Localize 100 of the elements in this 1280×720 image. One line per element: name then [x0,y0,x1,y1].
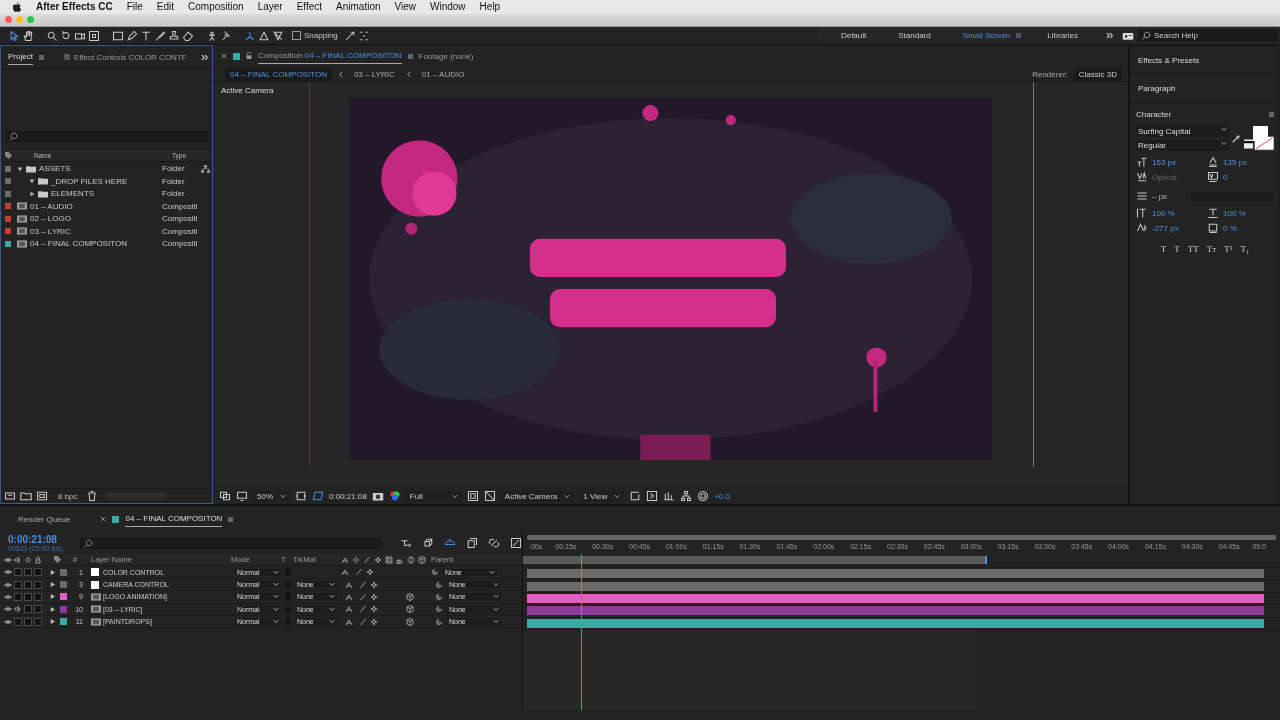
type-style-button[interactable]: TT [1187,244,1199,255]
color-channels-icon[interactable] [388,490,401,503]
camera-view-dropdown[interactable]: Active Camera [500,490,575,502]
menu-item[interactable]: Effect [296,1,323,13]
vertical-scale-icon[interactable] [1136,207,1148,220]
lock-icon[interactable] [246,52,252,61]
collapse-switch-icon[interactable] [352,555,360,564]
leading-icon[interactable] [1207,156,1219,169]
search-icon[interactable] [46,29,58,42]
kerning-icon[interactable] [1136,171,1148,184]
project-item-name[interactable]: 04 – FINAL COMPOSITON [30,239,162,249]
target-icon[interactable] [88,29,100,42]
transparency-grid-icon[interactable] [312,490,324,503]
lock-switch[interactable] [34,592,42,601]
project-item-name[interactable]: 03 – LYRIC [30,226,162,236]
eye-icon[interactable] [4,580,12,589]
menu-item[interactable]: View [394,1,416,13]
collapsed-arrow-icon[interactable] [29,190,35,197]
menu-item[interactable]: Animation [336,1,381,13]
panel-menu-icon[interactable] [38,54,44,60]
eye-icon[interactable] [4,568,12,577]
stroke-width-value[interactable]: – px [1152,191,1168,201]
resolution-dropdown[interactable]: Full [405,490,462,502]
comp-mini-flowchart-icon[interactable] [400,537,412,550]
graph-editor-icon[interactable] [510,537,522,550]
more-workspaces-icon[interactable] [1106,32,1114,40]
collapsed-panel-header[interactable]: Effects & Presets [1131,47,1278,74]
project-item-name[interactable]: _DROP FILES HERE [51,176,162,186]
font-family-dropdown[interactable]: Surfing Capital [1136,125,1229,137]
tsume-icon[interactable] [1207,222,1219,235]
brush-icon[interactable] [154,29,166,42]
parent-pick-whip-icon[interactable] [435,605,443,614]
exposure-value[interactable]: +0.0 [714,491,730,501]
eraser-icon[interactable] [182,29,194,42]
audio-switch[interactable] [14,592,22,601]
horizontal-scale-value[interactable]: 100 % [1223,208,1274,218]
color-depth-label[interactable]: 8 bpc [58,491,78,501]
tracking-value[interactable]: 0 [1223,172,1274,182]
panel-menu-icon[interactable] [407,53,413,59]
timeline-icon[interactable] [663,490,676,503]
label-color[interactable] [60,605,67,613]
type-style-button[interactable]: T [1174,244,1180,255]
interpret-footage-icon[interactable] [4,490,16,503]
menu-item[interactable]: Composition [188,1,244,13]
draft-3d-icon[interactable] [422,537,434,550]
monitor-icon[interactable] [236,490,248,503]
close-tab-icon[interactable] [100,516,107,523]
workspace-tab[interactable]: Small Screen [948,31,1025,41]
3d-layer-icon[interactable] [406,605,414,614]
audio-switch[interactable] [14,580,22,589]
trash-icon[interactable] [85,490,98,503]
baseline-shift-value[interactable]: -277 px [1152,223,1203,233]
stroke-width-icon[interactable] [1136,190,1148,203]
fast-previews-icon[interactable] [646,490,659,503]
layer-duration-bar[interactable] [527,581,1264,591]
horizontal-scale-icon[interactable] [1207,207,1219,220]
world-axis-icon[interactable] [258,29,270,42]
vertical-scale-value[interactable]: 100 % [1152,208,1203,218]
panel-tab[interactable]: Project [8,49,33,66]
panel-menu-icon[interactable] [1269,111,1274,117]
label-color[interactable] [60,593,67,601]
speaker-icon[interactable] [14,605,22,614]
frame-blending-icon[interactable] [466,537,478,550]
camera-snapshot-icon[interactable] [371,490,384,503]
3d-layer-icon[interactable] [406,592,414,601]
stamp-icon[interactable] [168,29,180,42]
audio-toggle-icon[interactable] [14,555,22,564]
eye-icon[interactable] [4,617,12,626]
breadcrumb[interactable]: 04 – FINAL COMPOSITON [225,67,332,81]
eyedropper-icon[interactable] [1232,133,1241,143]
rectangle-icon[interactable] [112,29,124,42]
label-tag-icon[interactable] [5,151,12,159]
menu-item[interactable]: Layer [257,1,283,13]
puppet-icon[interactable] [206,29,218,42]
label-color[interactable] [60,581,67,588]
pixel-aspect-icon[interactable] [629,490,642,503]
menu-item[interactable]: After Effects CC [36,1,113,13]
project-item-name[interactable]: 02 – LOGO [30,214,162,224]
parent-pick-whip-icon[interactable] [431,568,439,577]
project-search-field[interactable] [5,131,208,143]
rotate-icon[interactable] [60,29,72,42]
pen-icon[interactable] [126,29,138,42]
label-color[interactable] [60,568,67,576]
close-tab-icon[interactable] [221,53,227,60]
expand-arrow-icon[interactable] [50,619,55,625]
label-color[interactable] [60,618,67,626]
lock-switch[interactable] [34,568,42,577]
snapping-checkbox[interactable]: Snapping [292,31,338,41]
menu-item[interactable]: Help [479,1,501,13]
reset-exposure-icon[interactable] [697,490,710,503]
layer-duration-bar[interactable] [527,618,1264,628]
lock-switch[interactable] [34,580,42,589]
flowchart-icon[interactable] [680,490,693,503]
workspace-tab[interactable]: Libraries [1033,31,1092,41]
lock-switch[interactable] [34,605,42,614]
solo-switch[interactable] [24,580,32,589]
timeline-tab[interactable]: Render Queue [18,514,71,524]
parent-pick-whip-icon[interactable] [435,580,443,589]
video-toggle-icon[interactable] [4,555,12,564]
toggle-transparency-icon[interactable] [483,490,496,503]
